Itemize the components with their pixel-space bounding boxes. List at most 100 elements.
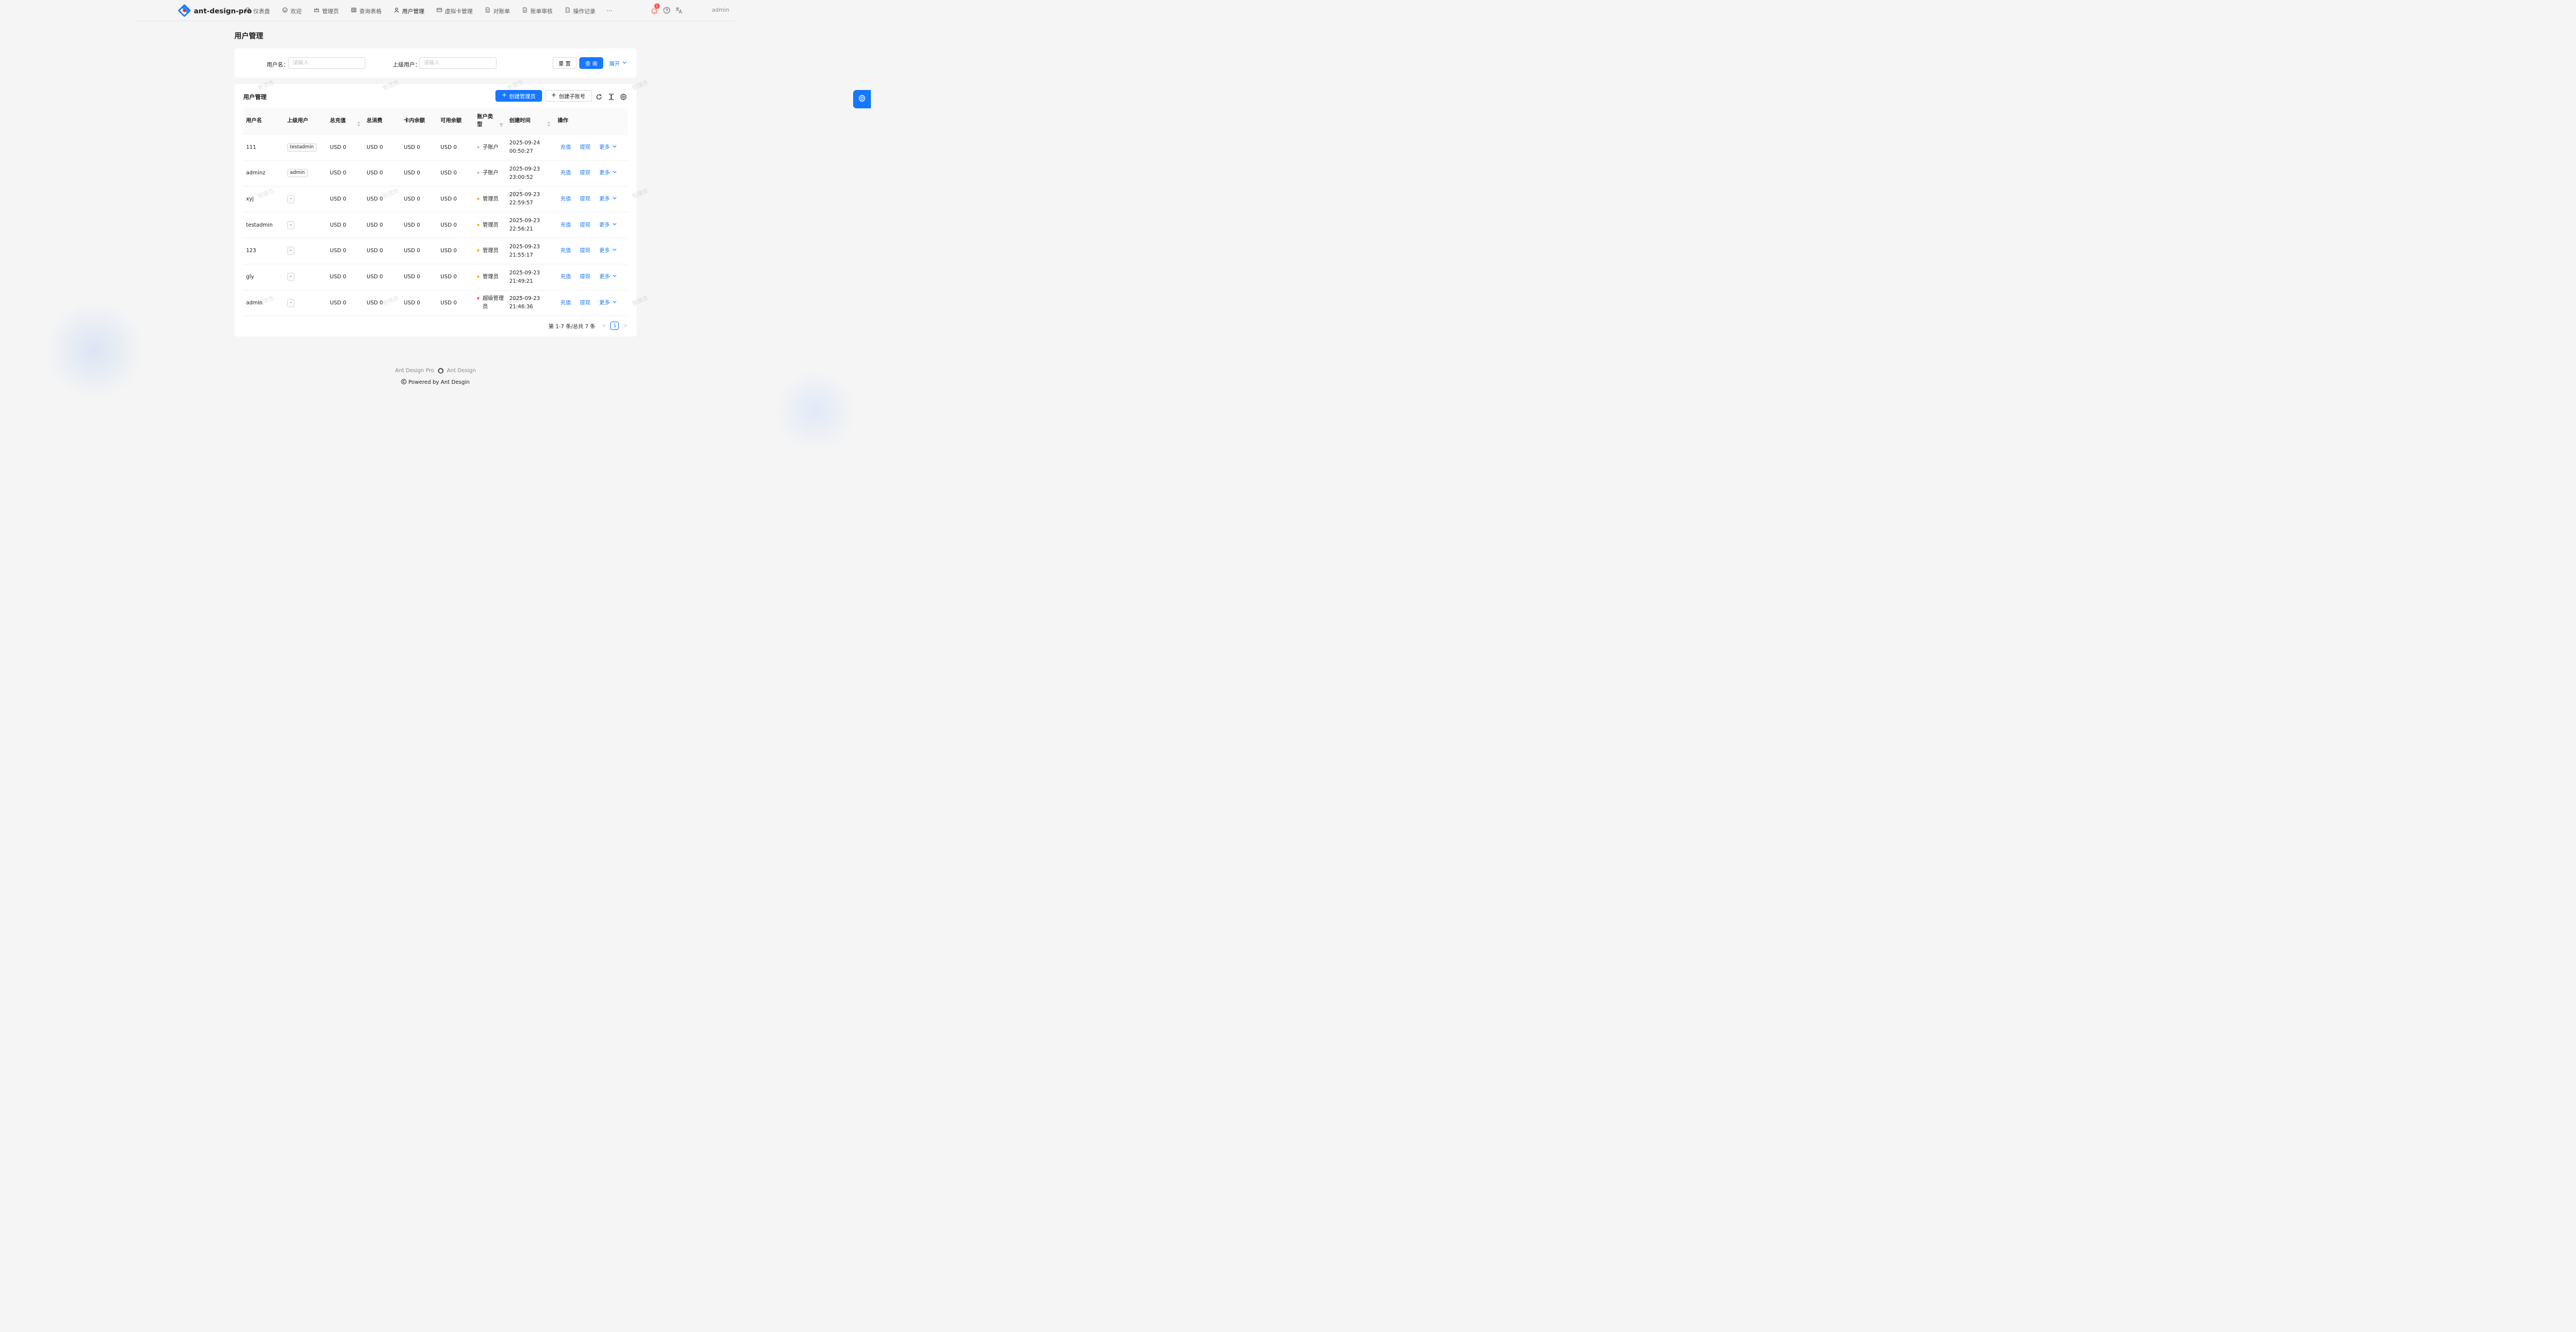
withdraw-action-link[interactable]: 提现 [580,186,590,212]
chevron-down-icon [612,221,617,229]
withdraw-action-link[interactable]: 提现 [580,134,590,160]
top-header: ant-design-pro 仪表盘 欢迎 管理页 查询表格 用户管理 虚拟卡管… [135,0,736,21]
setting-gear-icon [858,94,866,104]
more-label: 更多 [599,222,610,228]
menu-overflow-ellipsis[interactable]: ··· [607,7,613,14]
cell-total-consume: USD 0 [367,248,383,254]
recharge-label: 充值 [560,144,572,151]
current-user-name[interactable]: admin [712,7,729,13]
column-header-total-recharge[interactable]: 总充值 [330,108,346,134]
recharge-action-link[interactable]: 充值 [560,212,571,238]
recharge-action-link[interactable]: 充值 [560,264,571,290]
recharge-action-link[interactable]: 充值 [560,238,571,264]
cell-card-balance: USD 0 [404,299,420,306]
more-actions-dropdown[interactable]: 更多 [599,161,617,186]
settings-drawer-button[interactable] [853,90,871,108]
menu-item-user-management[interactable]: 用户管理 [394,0,424,21]
app-logo[interactable]: ant-design-pro [178,4,252,17]
create-sub-account-button[interactable]: 创建子账号 [545,90,592,102]
cell-account-type: 管理员 [477,186,504,212]
column-header-actions: 操作 [558,118,569,124]
menu-item-bill-review[interactable]: 账单审核 [522,0,553,21]
menu-item-admin[interactable]: 管理页 [314,0,339,21]
main-menu: 仪表盘 欢迎 管理页 查询表格 用户管理 虚拟卡管理 对账单 账单审核 操作记录… [245,0,613,21]
more-actions-dropdown[interactable]: 更多 [599,290,617,316]
setting-gear-icon[interactable] [620,92,627,101]
menu-label: 操作记录 [573,8,595,15]
chevron-down-icon [612,195,617,203]
menu-item-dashboard[interactable]: 仪表盘 [245,0,270,21]
page-number-current[interactable]: 1 [610,322,619,330]
reset-button[interactable]: 重 置 [553,57,577,69]
question-circle-icon[interactable] [663,6,670,16]
filter-funnel-icon[interactable] [499,119,503,127]
username-search-input[interactable] [288,57,365,69]
column-header-created-time[interactable]: 创建时间 [509,108,530,134]
status-badge: 管理员 [477,247,499,255]
parent-user-tag: - [287,221,295,229]
cell-available-balance: USD 0 [440,170,457,177]
table-title: 用户管理 [243,94,267,101]
withdraw-label: 提现 [580,170,591,177]
more-actions-dropdown[interactable]: 更多 [599,212,617,238]
menu-item-table-list[interactable]: 查询表格 [351,0,382,21]
column-height-icon[interactable] [608,92,615,100]
expand-button[interactable]: 展开 [609,59,627,67]
column-header-username: 用户名 [246,118,262,124]
withdraw-action-link[interactable]: 提现 [580,290,590,316]
reload-icon[interactable] [595,92,603,99]
menu-item-virtual-card[interactable]: 虚拟卡管理 [437,0,473,21]
more-actions-dropdown[interactable]: 更多 [599,264,617,290]
withdraw-action-link[interactable]: 提现 [580,161,590,186]
withdraw-action-link[interactable]: 提现 [580,238,590,264]
more-actions-dropdown[interactable]: 更多 [599,134,617,160]
user-icon [394,7,399,14]
crown-icon [314,7,319,14]
recharge-action-link[interactable]: 充值 [560,161,571,186]
more-actions: 更多 [599,273,617,281]
recharge-label: 充值 [560,170,572,177]
created-time: 22:56:21 [509,226,533,233]
pagination-summary: 第 1-7 条/总共 7 条 [548,323,595,330]
sort-caret-icon[interactable] [357,118,360,127]
recharge-action-link[interactable]: 充值 [560,290,571,316]
notification-bell-icon[interactable]: 1 [650,3,660,14]
parent-user-search-input[interactable] [419,57,497,69]
footer-link-ant-design[interactable]: Ant Design [447,368,476,375]
recharge-action-link[interactable]: 充值 [560,134,571,160]
more-actions-dropdown[interactable]: 更多 [599,238,617,264]
cell-card-balance: USD 0 [404,196,420,202]
menu-label: 虚拟卡管理 [445,8,473,15]
created-time: 23:00:52 [509,174,533,181]
translation-icon[interactable] [675,6,683,16]
menu-item-welcome[interactable]: 欢迎 [282,0,302,21]
github-icon[interactable] [438,368,444,375]
table-row: testadmin - USD 0 USD 0 USD 0 USD 0 管理员 2025-09… [243,212,628,239]
create-admin-button[interactable]: 创建管理员 [495,90,542,102]
cell-total-recharge: USD 0 [330,170,347,177]
chevron-down-icon [612,143,617,152]
footer-link-ant-design-pro[interactable]: Ant Design Pro [395,368,434,375]
chevron-down-icon [612,273,617,281]
account-type-label: 管理员 [483,196,499,202]
column-header-card-balance: 卡内余额 [404,118,425,124]
menu-item-operation-log[interactable]: 操作记录 [565,0,595,21]
cell-username: 111 [246,144,257,151]
query-button[interactable]: 查 询 [579,57,603,69]
recharge-label: 充值 [560,196,572,202]
cell-card-balance: USD 0 [404,274,420,280]
column-header-account-type[interactable]: 账户类型 [477,108,494,134]
menu-item-statement[interactable]: 对账单 [485,0,510,21]
next-page-icon[interactable]: > [623,323,628,329]
prev-page-icon[interactable]: < [602,323,607,329]
cell-total-consume: USD 0 [367,144,383,151]
cell-parent-user: testadmin [287,134,317,160]
created-date: 2025-09-23 [509,218,540,224]
cell-parent-user: - [287,186,295,212]
more-actions-dropdown[interactable]: 更多 [599,186,617,212]
account-type-label: 管理员 [483,248,499,254]
withdraw-action-link[interactable]: 提现 [580,264,590,290]
withdraw-action-link[interactable]: 提现 [580,212,590,238]
recharge-action-link[interactable]: 充值 [560,186,571,212]
sort-caret-icon[interactable] [547,118,550,127]
